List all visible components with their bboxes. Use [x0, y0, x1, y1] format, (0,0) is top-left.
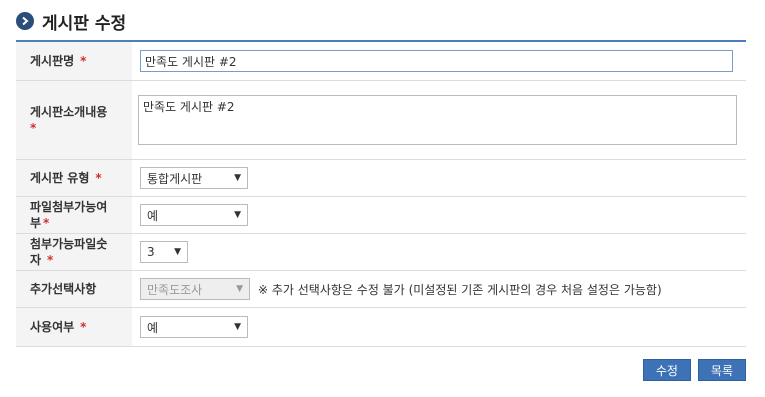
- attach-count-select[interactable]: 3 ▼: [140, 241, 188, 263]
- board-type-select[interactable]: 통합게시판 ▼: [140, 167, 248, 189]
- label-attach-count: 첨부가능파일숫 자 *: [16, 234, 132, 270]
- dropdown-arrow-icon: ▼: [236, 284, 243, 294]
- required-mark: *: [80, 54, 87, 68]
- row-file-attach: 파일첨부가능여 부 * 예 ▼: [16, 197, 746, 234]
- required-mark: *: [43, 216, 50, 230]
- dropdown-arrow-icon: ▼: [234, 173, 241, 183]
- label-board-description: 게시판소개내용 *: [16, 81, 132, 159]
- label-use-yn: 사용여부 *: [16, 308, 132, 346]
- dropdown-arrow-icon: ▼: [234, 210, 241, 220]
- action-buttons: 수정 목록: [642, 359, 746, 381]
- list-button[interactable]: 목록: [697, 359, 746, 381]
- extra-option-select: 만족도조사 ▼: [140, 278, 250, 300]
- dropdown-arrow-icon: ▼: [174, 247, 181, 257]
- row-board-description: 게시판소개내용 * 만족도 게시판 #2: [16, 81, 746, 160]
- label-extra-option: 추가선택사항: [16, 271, 132, 307]
- chevron-right-icon: [16, 12, 34, 30]
- page-title: 게시판 수정: [42, 13, 127, 34]
- extra-option-note: ※ 추가 선택사항은 수정 불가 (미설정된 기존 게시판의 경우 처음 설정은…: [258, 282, 662, 297]
- required-mark: *: [30, 121, 37, 135]
- board-name-input[interactable]: 만족도 게시판 #2: [140, 50, 733, 72]
- row-use-yn: 사용여부 * 예 ▼: [16, 308, 746, 347]
- use-yn-select[interactable]: 예 ▼: [140, 316, 248, 338]
- label-board-type: 게시판 유형 *: [16, 160, 132, 196]
- dropdown-arrow-icon: ▼: [234, 322, 241, 332]
- label-board-name: 게시판명 *: [16, 42, 132, 80]
- save-button[interactable]: 수정: [642, 359, 691, 381]
- row-extra-option: 추가선택사항 만족도조사 ▼ ※ 추가 선택사항은 수정 불가 (미설정된 기존…: [16, 271, 746, 308]
- board-edit-form: 게시판명 * 만족도 게시판 #2 게시판소개내용 * 만족도 게시판 #2 게시…: [16, 40, 746, 347]
- required-mark: *: [80, 320, 87, 334]
- file-attach-select[interactable]: 예 ▼: [140, 204, 248, 226]
- board-description-textarea[interactable]: 만족도 게시판 #2: [138, 95, 737, 145]
- required-mark: *: [95, 171, 102, 185]
- label-file-attach: 파일첨부가능여 부 *: [16, 197, 132, 233]
- row-board-name: 게시판명 * 만족도 게시판 #2: [16, 42, 746, 81]
- row-attach-count: 첨부가능파일숫 자 * 3 ▼: [16, 234, 746, 271]
- required-mark: *: [47, 253, 54, 267]
- row-board-type: 게시판 유형 * 통합게시판 ▼: [16, 160, 746, 197]
- page-title-bar: 게시판 수정: [16, 10, 127, 34]
